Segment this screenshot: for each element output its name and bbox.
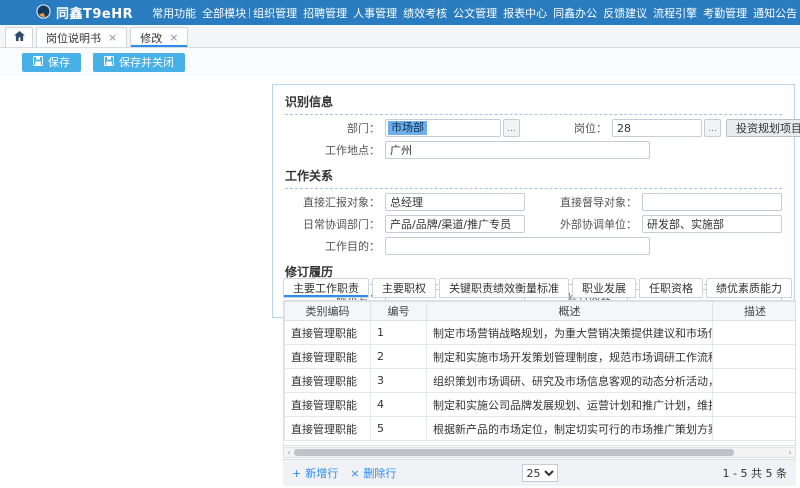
- report-to-label: 直接汇报对象：: [285, 194, 385, 210]
- table-row[interactable]: 直接管理职能 5 根据新产品的市场定位，制定切实可行的市场推广策划方案。: [285, 417, 797, 441]
- menu-item-report[interactable]: 报表中心: [500, 5, 550, 21]
- save-and-close-button[interactable]: 保存并关闭: [93, 53, 185, 72]
- section-title-identification: 识别信息: [285, 89, 782, 114]
- duty-table: 类别编码 编号 概述 描述 直接管理职能 1 制定市场营销战略规划，为重大营销决…: [283, 300, 796, 446]
- menu-item-workflow[interactable]: 流程引擎: [650, 5, 700, 21]
- record-range-text: 1 - 5 共 5 条: [723, 465, 787, 481]
- supervise-label: 直接督导对象：: [550, 194, 642, 210]
- home-icon: [14, 31, 25, 44]
- menu-item-performance[interactable]: 绩效考核: [400, 5, 450, 21]
- col-header-desc[interactable]: 描述: [713, 302, 797, 321]
- dept-label: 部门：: [285, 120, 385, 136]
- post-input[interactable]: [612, 119, 702, 137]
- table-footer: + 新增行 × 删除行 25 1 - 5 共 5 条: [283, 459, 796, 486]
- post-label: 岗位：: [520, 120, 612, 136]
- scrollbar-thumb[interactable]: [294, 449, 734, 456]
- tab-competency[interactable]: 绩优素质能力: [706, 278, 792, 298]
- horizontal-scrollbar[interactable]: ‹ ›: [283, 447, 796, 458]
- save-button[interactable]: 保存: [22, 53, 81, 72]
- dept-selected-text: 市场部: [388, 121, 427, 135]
- scroll-right-icon[interactable]: ›: [785, 448, 795, 457]
- col-header-category[interactable]: 类别编码: [285, 302, 371, 321]
- menu-item-all-modules[interactable]: 全部模块: [199, 5, 249, 21]
- table-row[interactable]: 直接管理职能 2 制定和实施市场开发策划管理制度，规范市场调研工作流程。: [285, 345, 797, 369]
- menu-item-office[interactable]: 同鑫办公: [550, 5, 600, 21]
- close-icon[interactable]: ×: [108, 32, 117, 43]
- table-row[interactable]: 直接管理职能 4 制定和实施公司品牌发展规划、运营计划和推广计划，维护公司的品牌…: [285, 393, 797, 417]
- menu-item-attendance[interactable]: 考勤管理: [700, 5, 750, 21]
- menu-item-hr[interactable]: 人事管理: [350, 5, 400, 21]
- page-size-select[interactable]: 25: [522, 464, 558, 482]
- tab-career-development[interactable]: 职业发展: [572, 278, 636, 298]
- report-to-input[interactable]: [385, 193, 525, 211]
- menu-item-org[interactable]: 组织管理: [250, 5, 300, 21]
- location-label: 工作地点：: [285, 142, 385, 158]
- menu-item-document[interactable]: 公文管理: [450, 5, 500, 21]
- external-coord-input[interactable]: [642, 215, 782, 233]
- toolbar: 保存 保存并关闭: [0, 48, 800, 76]
- top-navbar: 同鑫T9eHR 常用功能 全部模块 组织管理 招聘管理 人事管理 绩效考核 公文…: [0, 0, 800, 25]
- detail-tabs: 主要工作职责 主要职权 关键职责绩效衡量标准 职业发展 任职资格 绩优素质能力: [283, 278, 792, 298]
- tab-kpi-standards[interactable]: 关键职责绩效衡量标准: [439, 278, 569, 298]
- external-coord-label: 外部协调单位：: [550, 216, 642, 232]
- app-logo: 同鑫T9eHR: [0, 3, 133, 22]
- logo-text: 同鑫T9eHR: [56, 3, 133, 22]
- delete-row-button[interactable]: × 删除行: [350, 465, 396, 481]
- tab-label: 修改: [140, 30, 162, 46]
- plus-icon: +: [292, 467, 301, 480]
- scroll-left-icon[interactable]: ‹: [284, 448, 294, 457]
- purpose-label: 工作目的：: [285, 238, 385, 254]
- supervise-input[interactable]: [642, 193, 782, 211]
- app-window: 同鑫T9eHR 常用功能 全部模块 组织管理 招聘管理 人事管理 绩效考核 公文…: [0, 0, 800, 488]
- tab-job-description[interactable]: 岗位说明书 ×: [36, 27, 127, 47]
- tab-bar: 岗位说明书 × 修改 ×: [0, 25, 800, 48]
- section-title-relations: 工作关系: [285, 163, 782, 188]
- tab-main-duties[interactable]: 主要工作职责: [283, 278, 369, 298]
- menu-item-notice[interactable]: 通知公告: [750, 5, 800, 21]
- post-lookup-button[interactable]: …: [704, 119, 721, 137]
- menu-item-recruit[interactable]: 招聘管理: [300, 5, 350, 21]
- main-menu: 常用功能 全部模块 组织管理 招聘管理 人事管理 绩效考核 公文管理 报表中心 …: [149, 5, 800, 21]
- save-icon: [104, 56, 114, 69]
- tab-main-authority[interactable]: 主要职权: [372, 278, 436, 298]
- logo-icon: [36, 4, 51, 22]
- section-divider: [285, 188, 782, 189]
- internal-coord-input[interactable]: [385, 215, 525, 233]
- add-row-button[interactable]: + 新增行: [292, 465, 338, 481]
- col-header-no[interactable]: 编号: [371, 302, 427, 321]
- menu-item-feedback[interactable]: 反馈建议: [600, 5, 650, 21]
- tab-label: 岗位说明书: [46, 30, 101, 46]
- post-browse-button[interactable]: 投资规划项目拓展: [726, 119, 800, 137]
- table-header-row: 类别编码 编号 概述 描述: [285, 302, 797, 321]
- menu-item-common[interactable]: 常用功能: [149, 5, 199, 21]
- content-area: 识别信息 部门： 市场部 … 岗位： … 投资规划项目拓展: [0, 76, 800, 488]
- dept-input[interactable]: 市场部: [385, 119, 501, 137]
- internal-coord-label: 日常协调部门：: [285, 216, 385, 232]
- dept-lookup-button[interactable]: …: [503, 119, 520, 137]
- home-tab[interactable]: [5, 27, 33, 47]
- table-row[interactable]: 直接管理职能 3 组织策划市场调研、研究及市场信息客观的动态分析活动，提供准确可…: [285, 369, 797, 393]
- location-input[interactable]: [385, 141, 650, 159]
- delete-icon: ×: [350, 467, 359, 480]
- tab-edit[interactable]: 修改 ×: [130, 27, 188, 47]
- col-header-summary[interactable]: 概述: [427, 302, 713, 321]
- section-divider: [285, 114, 782, 115]
- save-icon: [33, 56, 43, 69]
- tab-qualifications[interactable]: 任职资格: [639, 278, 703, 298]
- purpose-input[interactable]: [385, 237, 650, 255]
- table-row[interactable]: 直接管理职能 1 制定市场营销战略规划，为重大营销决策提供建议和市场信息支持。: [285, 321, 797, 345]
- close-icon[interactable]: ×: [169, 32, 178, 43]
